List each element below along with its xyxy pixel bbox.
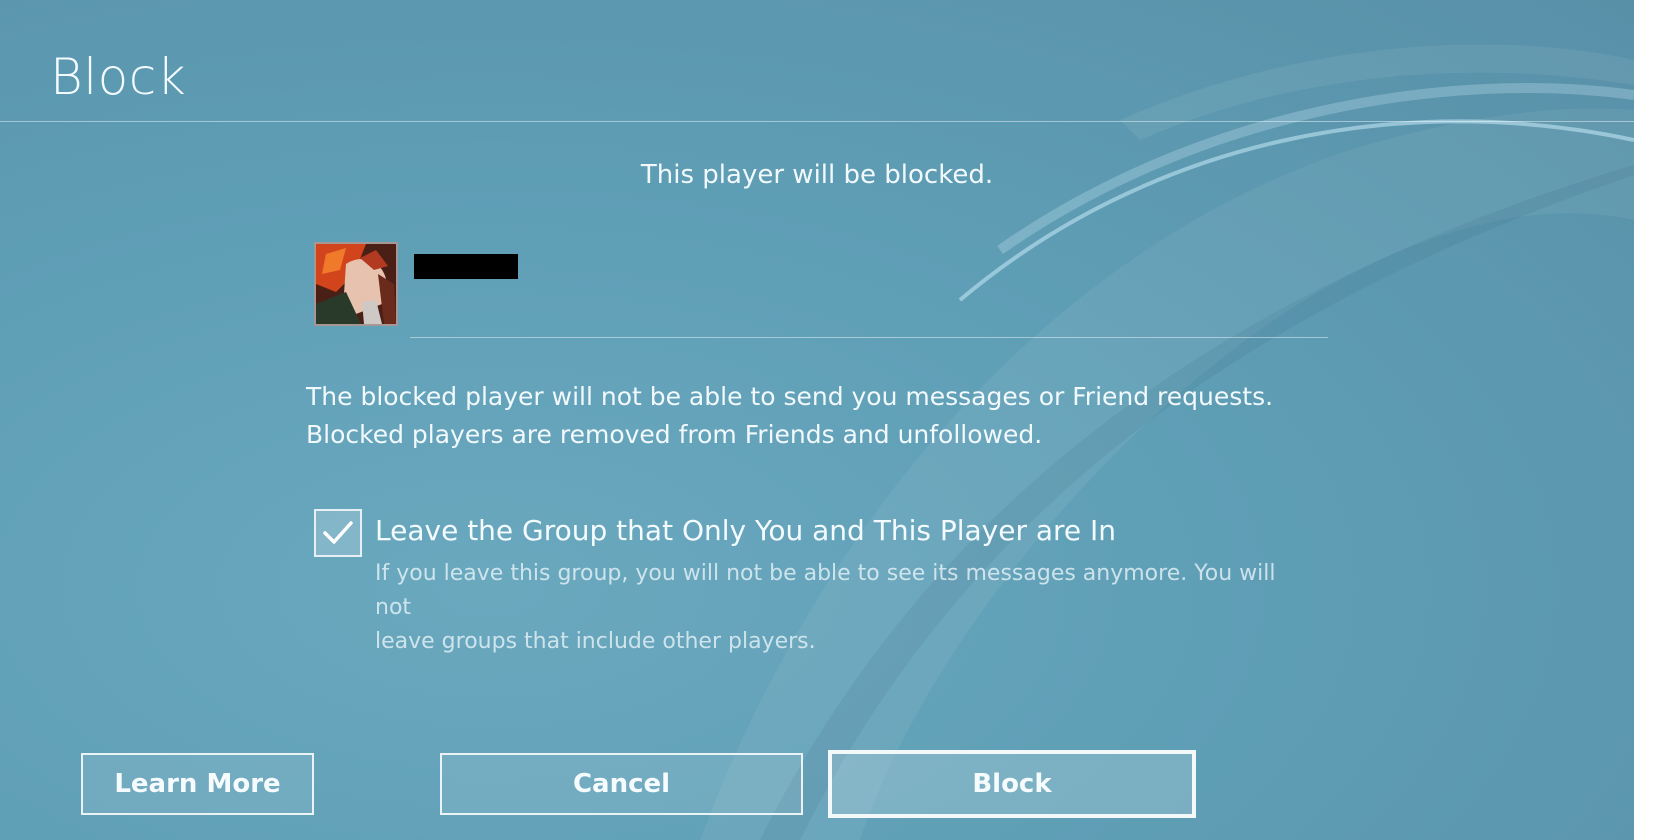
description-line: Blocked players are removed from Friends… [306,420,1043,449]
checkmark-icon [323,521,353,544]
player-divider [410,337,1328,338]
cancel-button[interactable]: Cancel [440,753,803,815]
player-name-redacted [414,254,518,279]
leave-group-detail: If you leave this group, you will not be… [375,557,1295,659]
title-divider [0,121,1634,122]
block-headline: This player will be blocked. [640,160,994,190]
block-button[interactable]: Block [828,750,1196,818]
block-description: The blocked player will not be able to s… [306,378,1306,454]
block-dialog-screen: Block This player will be blocked. The b… [0,0,1634,840]
player-avatar [314,242,398,326]
avatar-icon [316,244,396,324]
dialog-title: Block [50,48,187,106]
learn-more-button[interactable]: Learn More [81,753,314,815]
page-margin [1634,0,1680,840]
leave-group-detail-line: leave groups that include other players. [375,629,816,654]
leave-group-detail-line: If you leave this group, you will not be… [375,561,1276,620]
leave-group-label[interactable]: Leave the Group that Only You and This P… [375,514,1116,547]
leave-group-checkbox[interactable] [314,509,362,557]
description-line: The blocked player will not be able to s… [306,382,1274,411]
